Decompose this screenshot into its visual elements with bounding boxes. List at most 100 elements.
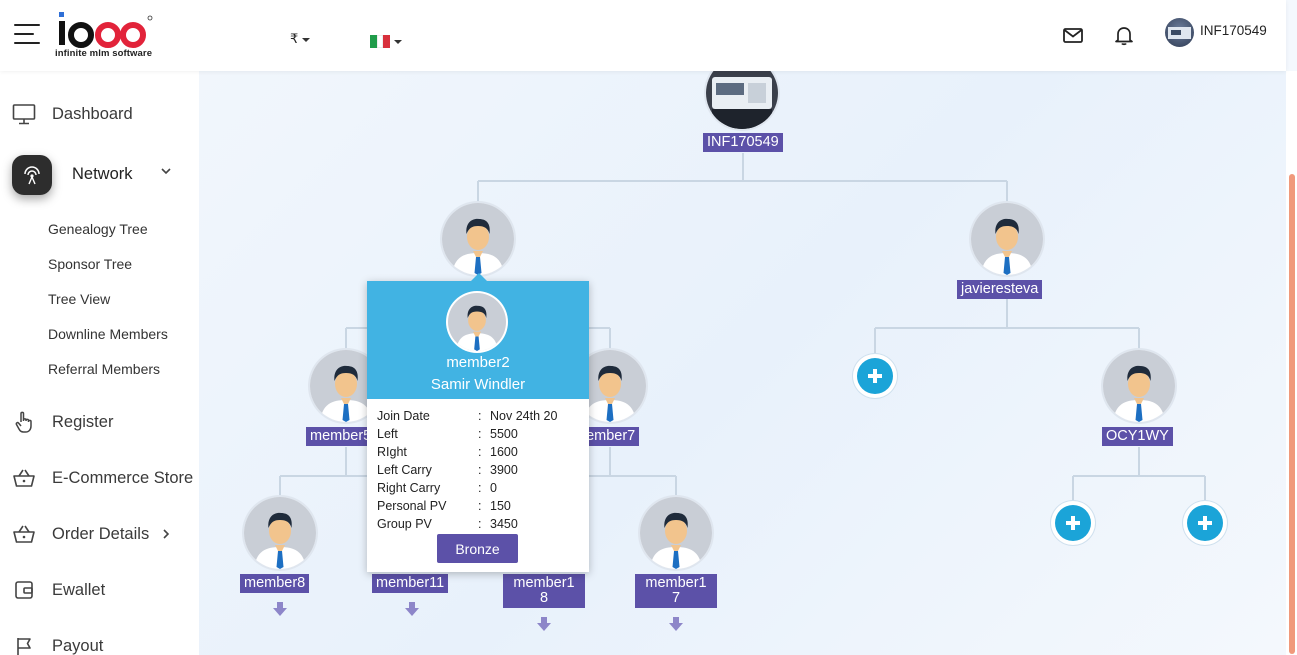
tooltip-row: Join Date: Nov 24th 20 [377,409,558,423]
italy-flag-icon [370,35,390,49]
tree-node-label[interactable]: member1 7 [635,574,717,608]
row-key: Left Carry [377,463,432,477]
sidebar-item-ewallet[interactable]: Ewallet [12,576,199,604]
wallet-icon [12,578,36,602]
chevron-down-icon [394,39,402,44]
sidebar-item-label: Order Details [52,524,150,543]
tooltip-row: RIght:1600 [377,445,518,459]
avatar [448,293,506,351]
row-key: Group PV [377,517,432,531]
language-dropdown[interactable] [370,33,402,51]
tree-node-label[interactable]: javieresteva [957,280,1043,299]
sidebar-subitem-referral-members[interactable]: Referral Members [48,361,160,377]
bell-icon[interactable] [1113,24,1135,46]
plus-icon [868,369,882,383]
vertical-scrollbar[interactable] [1286,71,1297,655]
tree-node-javieresteva[interactable] [971,203,1043,275]
currency-dropdown[interactable]: ₹ [290,31,311,47]
chevron-right-icon [163,529,170,539]
sidebar-item-payout[interactable]: Payout [12,632,199,655]
person-avatar-icon [1103,350,1175,422]
plus-icon [1198,516,1212,530]
menu-toggle-icon[interactable] [14,24,40,44]
plus-icon [1066,516,1080,530]
row-key: Join Date [377,409,430,423]
chevron-down-icon [302,37,311,42]
mail-icon[interactable] [1062,24,1084,46]
row-key: Personal PV [377,499,447,513]
sidebar-item-register[interactable]: Register [12,408,199,436]
sidebar: Dashboard Network Genealogy Tree Sponsor… [0,71,199,655]
scrollbar-thumb[interactable] [1289,174,1295,654]
basket-icon [12,466,36,490]
row-value: 150 [490,499,511,513]
tree-node-label[interactable]: INF170549 [703,133,783,152]
username-label: INF170549 [1200,23,1267,38]
sidebar-subitem-sponsor-tree[interactable]: Sponsor Tree [48,256,132,272]
sidebar-item-ecommerce-store[interactable]: E-Commerce Store [12,464,199,492]
tooltip-row: Right Carry:0 [377,481,497,495]
expand-down-icon[interactable] [668,616,684,632]
add-member-button[interactable] [1183,501,1227,545]
row-value: Nov 24th 20 [490,409,558,423]
sidebar-item-dashboard[interactable]: Dashboard [12,100,199,128]
row-value: 1600 [490,445,518,459]
row-key: Left [377,427,398,441]
tree-node-label[interactable]: OCY1WY [1102,427,1173,446]
tree-node-label[interactable]: member8 [240,574,310,593]
tree-node-label[interactable]: member11 [372,574,449,593]
sidebar-item-label: Ewallet [52,580,106,599]
expand-down-icon[interactable] [272,601,288,617]
tree-node-ocy1wy[interactable] [1103,350,1175,422]
monitor-icon [12,102,36,126]
row-value: 3450 [490,517,518,531]
basket-icon [12,522,36,546]
tooltip-full-name: Samir Windler [430,376,526,393]
tree-node-member2[interactable] [442,203,514,275]
sidebar-subitem-downline-members[interactable]: Downline Members [48,326,168,342]
tooltip-username: member2 [446,354,510,371]
flag-icon [12,634,36,655]
tree-node-label[interactable]: member1 8 [503,574,585,608]
tooltip-row: Group PV:3450 [377,517,518,531]
sidebar-item-label: Register [52,412,114,431]
genealogy-tree-canvas: INF170549 javieresteva member5 member7 O… [199,71,1286,655]
sidebar-item-network[interactable]: Network [72,165,133,184]
logo-tagline: infinite mlm software [55,48,153,59]
tooltip-row: Left Carry:3900 [377,463,518,477]
person-avatar-icon [244,497,316,569]
expand-down-icon[interactable] [404,601,420,617]
top-header: infinite mlm software ₹ INF170549 [0,0,1286,71]
tooltip-pointer [471,273,487,281]
add-member-button[interactable] [1051,501,1095,545]
sidebar-item-order-details[interactable]: Order Details [12,520,199,548]
rank-badge-button[interactable]: Bronze [437,534,518,563]
add-member-button[interactable] [853,354,897,398]
currency-symbol: ₹ [290,31,299,46]
tooltip-header: member2 Samir Windler [367,281,589,399]
person-avatar-icon [448,293,506,351]
sidebar-subitem-tree-view[interactable]: Tree View [48,291,110,307]
person-avatar-icon [442,203,514,275]
expand-down-icon[interactable] [536,616,552,632]
tree-node-member17[interactable] [640,497,712,569]
row-value: 5500 [490,427,518,441]
chevron-down-icon[interactable] [160,165,172,177]
tooltip-row: Personal PV:150 [377,499,511,513]
row-value: 3900 [490,463,518,477]
tooltip-row: Left:5500 [377,427,518,441]
tree-node-member8[interactable] [244,497,316,569]
network-icon[interactable] [12,155,52,195]
person-avatar-icon [640,497,712,569]
sidebar-item-label: Payout [52,636,104,655]
row-value: 0 [490,481,497,495]
row-key: RIght [377,445,407,459]
hand-pointer-icon [12,410,36,434]
member-info-tooltip: member2 Samir Windler Join Date: Nov 24th… [367,273,589,572]
sidebar-subitem-genealogy-tree[interactable]: Genealogy Tree [48,221,148,237]
person-avatar-icon [971,203,1043,275]
row-key: Right Carry [377,481,441,495]
sidebar-item-label: Dashboard [52,104,133,123]
tree-node-label[interactable]: member5 [306,427,376,446]
avatar [1165,18,1194,47]
